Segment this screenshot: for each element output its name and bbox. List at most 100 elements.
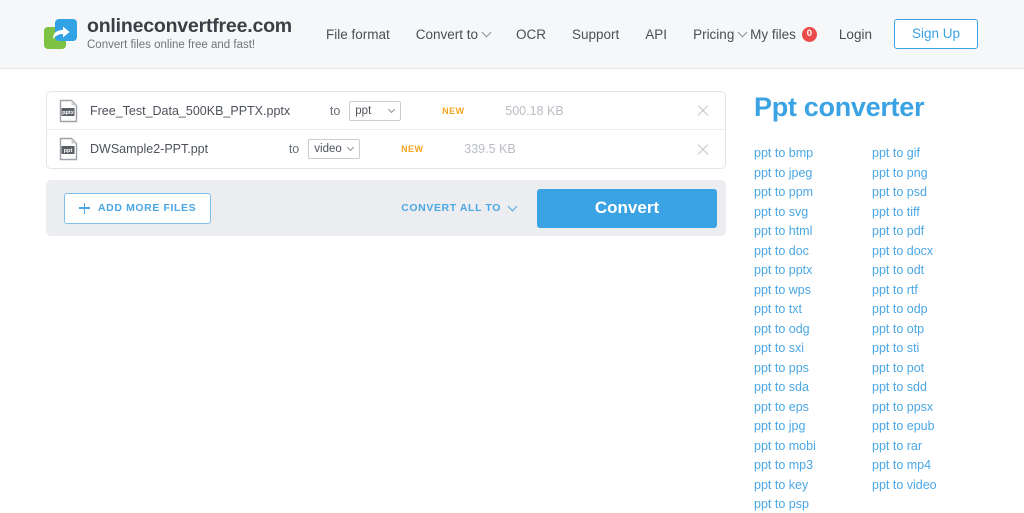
conversion-link[interactable]: ppt to odg bbox=[754, 320, 872, 340]
conversion-link[interactable]: ppt to mp4 bbox=[872, 456, 990, 476]
nav-item-convert-to[interactable]: Convert to bbox=[416, 27, 490, 42]
to-label: to bbox=[330, 104, 349, 118]
conversion-link[interactable]: ppt to epub bbox=[872, 417, 990, 437]
nav-label: API bbox=[645, 27, 667, 42]
conversion-link[interactable]: ppt to pptx bbox=[754, 261, 872, 281]
chevron-down-icon bbox=[738, 27, 748, 37]
conversion-link[interactable]: ppt to svg bbox=[754, 203, 872, 223]
file-list: pptx Free_Test_Data_500KB_PPTX.pptx to p… bbox=[46, 91, 726, 169]
arrow-glyph-icon bbox=[49, 24, 71, 44]
conversion-link[interactable]: ppt to sdd bbox=[872, 378, 990, 398]
site-header: onlineconvertfree.com Convert files onli… bbox=[0, 0, 1024, 69]
conversion-link[interactable]: ppt to key bbox=[754, 476, 872, 496]
convert-all-to-dropdown[interactable]: CONVERT ALL TO bbox=[401, 202, 516, 214]
svg-text:pptx: pptx bbox=[62, 110, 75, 116]
brand-logo-link[interactable]: onlineconvertfree.com Convert files onli… bbox=[44, 17, 292, 52]
header-actions: My files 0 Login Sign Up bbox=[750, 19, 978, 49]
file-name: DWSample2-PPT.ppt bbox=[90, 142, 208, 156]
conversion-link[interactable]: ppt to html bbox=[754, 222, 872, 242]
conversion-link[interactable]: ppt to odp bbox=[872, 300, 990, 320]
pptx-file-icon: pptx bbox=[59, 99, 79, 123]
convert-arrow-logo-icon bbox=[44, 18, 78, 50]
brand-title: onlineconvertfree.com bbox=[87, 17, 292, 37]
conversion-link[interactable]: ppt to mobi bbox=[754, 437, 872, 457]
convert-button[interactable]: Convert bbox=[537, 189, 717, 228]
my-files-link[interactable]: My files 0 bbox=[750, 27, 817, 42]
conversion-link[interactable]: ppt to rtf bbox=[872, 281, 990, 301]
page-body: pptx Free_Test_Data_500KB_PPTX.pptx to p… bbox=[0, 69, 1024, 513]
conversion-link[interactable]: ppt to png bbox=[872, 164, 990, 184]
action-bar: ADD MORE FILES CONVERT ALL TO Convert bbox=[46, 180, 726, 236]
add-more-files-label: ADD MORE FILES bbox=[98, 203, 196, 214]
conversion-link[interactable]: ppt to gif bbox=[872, 144, 990, 164]
conversion-link[interactable]: ppt to txt bbox=[754, 300, 872, 320]
signup-button[interactable]: Sign Up bbox=[894, 19, 978, 49]
nav-label: File format bbox=[326, 27, 390, 42]
main-navigation: File format Convert to OCR Support API P… bbox=[326, 27, 746, 42]
page-title: Ppt converter bbox=[754, 92, 990, 123]
conversion-links-column-2: ppt to gifppt to pngppt to psdppt to tif… bbox=[872, 144, 990, 513]
conversion-link[interactable]: ppt to odt bbox=[872, 261, 990, 281]
chevron-down-icon bbox=[508, 201, 518, 211]
nav-item-pricing[interactable]: Pricing bbox=[693, 27, 746, 42]
file-size: 500.18 KB bbox=[505, 104, 655, 118]
login-link[interactable]: Login bbox=[839, 27, 872, 42]
nav-item-support[interactable]: Support bbox=[572, 27, 619, 42]
conversion-link[interactable]: ppt to mp3 bbox=[754, 456, 872, 476]
nav-label: Pricing bbox=[693, 27, 734, 42]
conversion-link[interactable]: ppt to jpg bbox=[754, 417, 872, 437]
sidebar: Ppt converter ppt to bmpppt to jpegppt t… bbox=[754, 91, 990, 513]
conversion-link[interactable]: ppt to tiff bbox=[872, 203, 990, 223]
nav-item-api[interactable]: API bbox=[645, 27, 667, 42]
nav-label: Convert to bbox=[416, 27, 478, 42]
nav-item-ocr[interactable]: OCR bbox=[516, 27, 546, 42]
target-format-select-wrap: ppt bbox=[349, 101, 401, 121]
converter-panel: pptx Free_Test_Data_500KB_PPTX.pptx to p… bbox=[46, 91, 726, 513]
remove-file-icon[interactable] bbox=[695, 141, 711, 157]
table-row: pptx Free_Test_Data_500KB_PPTX.pptx to p… bbox=[47, 92, 725, 130]
nav-label: Support bbox=[572, 27, 619, 42]
conversion-links: ppt to bmpppt to jpegppt to ppmppt to sv… bbox=[754, 144, 990, 513]
nav-label: OCR bbox=[516, 27, 546, 42]
conversion-link[interactable]: ppt to video bbox=[872, 476, 990, 496]
convert-all-label: CONVERT ALL TO bbox=[401, 202, 501, 214]
file-name: Free_Test_Data_500KB_PPTX.pptx bbox=[90, 104, 290, 118]
conversion-link[interactable]: ppt to sda bbox=[754, 378, 872, 398]
conversion-link[interactable]: ppt to ppsx bbox=[872, 398, 990, 418]
target-format-select[interactable]: ppt bbox=[349, 101, 401, 121]
conversion-links-column-1: ppt to bmpppt to jpegppt to ppmppt to sv… bbox=[754, 144, 872, 513]
target-format-select-wrap: video bbox=[308, 139, 360, 159]
conversion-link[interactable]: ppt to pps bbox=[754, 359, 872, 379]
conversion-link[interactable]: ppt to bmp bbox=[754, 144, 872, 164]
conversion-link[interactable]: ppt to eps bbox=[754, 398, 872, 418]
new-badge: NEW bbox=[360, 144, 464, 154]
chevron-down-icon bbox=[482, 27, 492, 37]
new-badge: NEW bbox=[401, 106, 505, 116]
conversion-link[interactable]: ppt to wps bbox=[754, 281, 872, 301]
conversion-link[interactable]: ppt to doc bbox=[754, 242, 872, 262]
nav-item-file-format[interactable]: File format bbox=[326, 27, 390, 42]
conversion-link[interactable]: ppt to sti bbox=[872, 339, 990, 359]
conversion-link[interactable]: ppt to pdf bbox=[872, 222, 990, 242]
conversion-link[interactable]: ppt to otp bbox=[872, 320, 990, 340]
conversion-link[interactable]: ppt to psp bbox=[754, 495, 872, 513]
table-row: ppt DWSample2-PPT.ppt to video NEW 339.5… bbox=[47, 130, 725, 168]
add-more-files-button[interactable]: ADD MORE FILES bbox=[64, 193, 211, 224]
conversion-link[interactable]: ppt to ppm bbox=[754, 183, 872, 203]
target-format-select[interactable]: video bbox=[308, 139, 360, 159]
conversion-link[interactable]: ppt to rar bbox=[872, 437, 990, 457]
my-files-label: My files bbox=[750, 27, 796, 42]
to-label: to bbox=[289, 142, 308, 156]
svg-text:ppt: ppt bbox=[64, 148, 73, 154]
ppt-file-icon: ppt bbox=[59, 137, 79, 161]
conversion-link[interactable]: ppt to pot bbox=[872, 359, 990, 379]
remove-file-icon[interactable] bbox=[695, 103, 711, 119]
conversion-link[interactable]: ppt to jpeg bbox=[754, 164, 872, 184]
my-files-count-badge: 0 bbox=[802, 27, 817, 42]
conversion-link[interactable]: ppt to sxi bbox=[754, 339, 872, 359]
conversion-link[interactable]: ppt to psd bbox=[872, 183, 990, 203]
conversion-link[interactable]: ppt to docx bbox=[872, 242, 990, 262]
brand-tagline: Convert files online free and fast! bbox=[87, 40, 292, 52]
file-size: 339.5 KB bbox=[464, 142, 614, 156]
plus-icon bbox=[79, 203, 90, 214]
